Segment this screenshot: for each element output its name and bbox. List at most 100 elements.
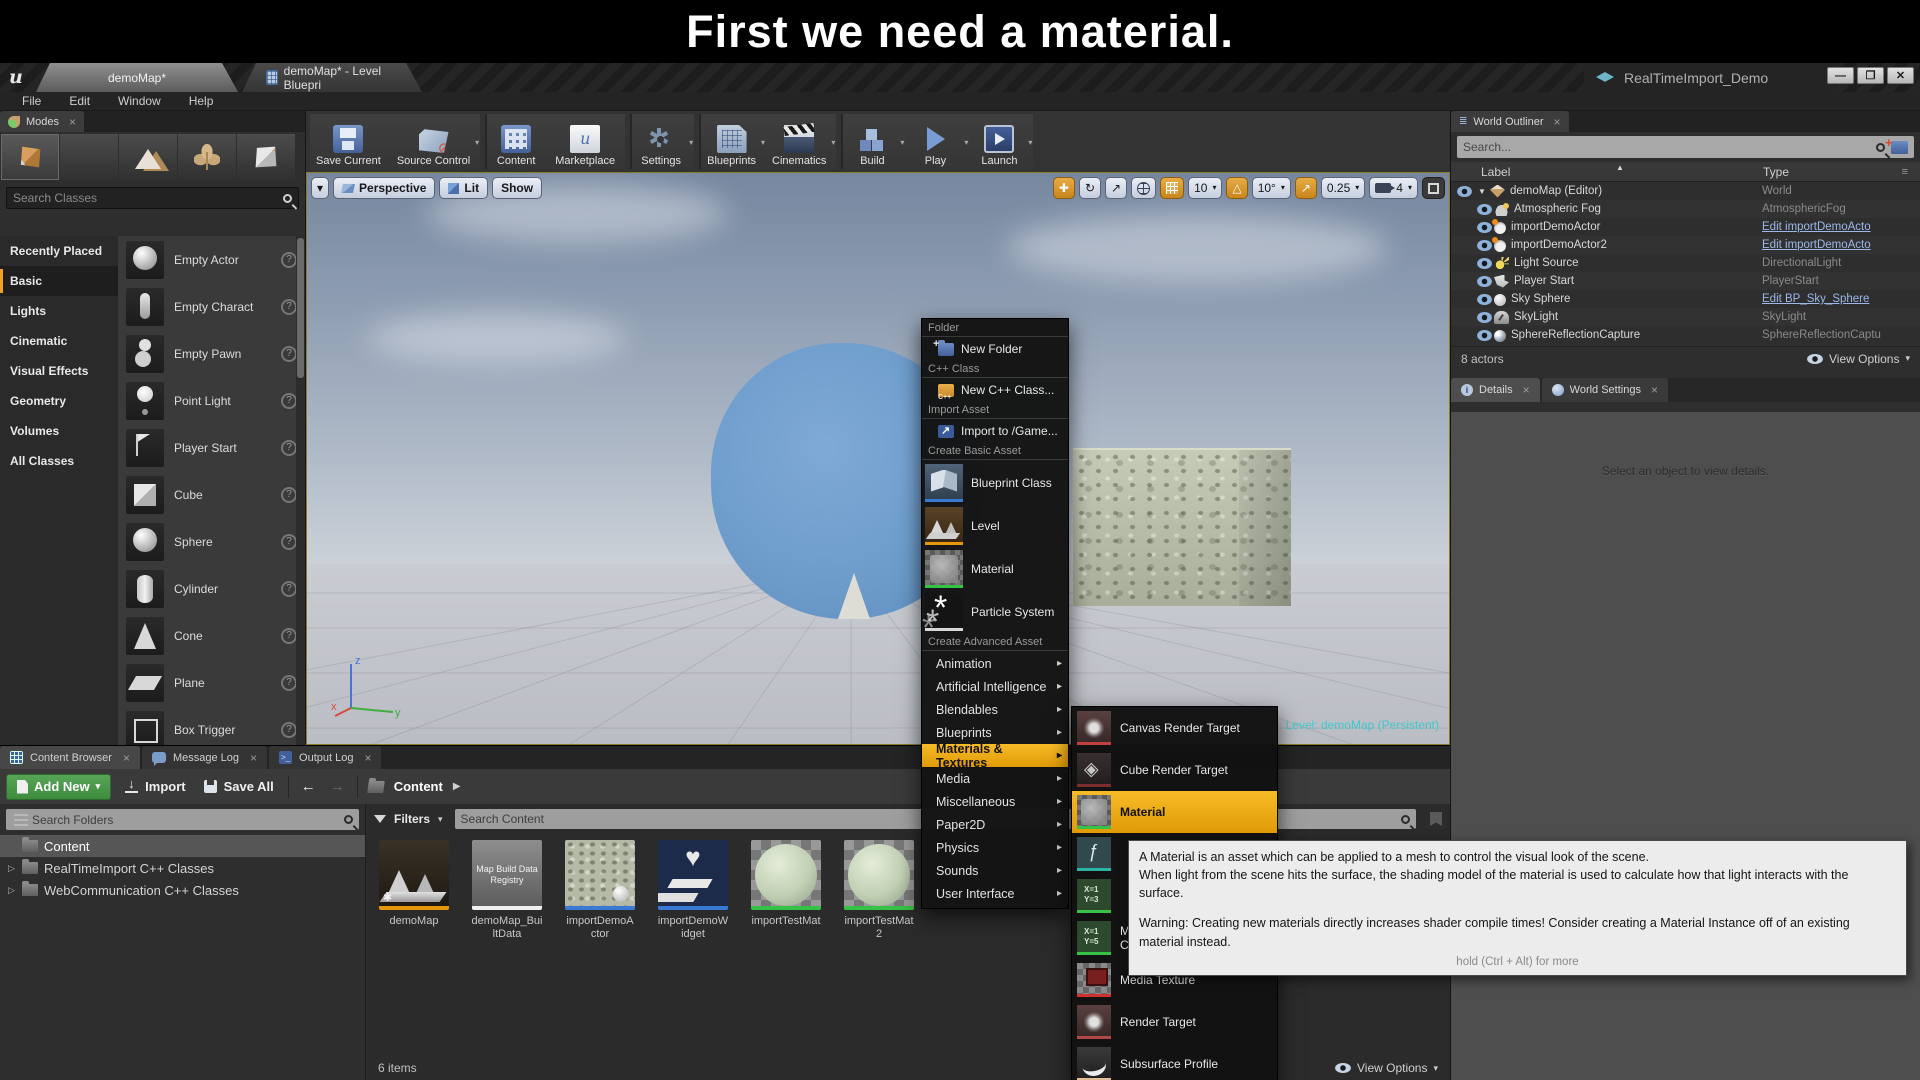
- toolbar-button[interactable]: Launch ▾: [969, 114, 1033, 169]
- visibility-eye-icon[interactable]: [1457, 186, 1472, 197]
- help-icon[interactable]: ?: [281, 722, 297, 738]
- visibility-eye-icon[interactable]: [1477, 258, 1492, 269]
- message-log-tab[interactable]: Message Log ×: [142, 746, 267, 769]
- placement-category[interactable]: Geometry: [0, 386, 118, 416]
- level-viewport[interactable]: ▾ Perspective Lit Show ✚ ↻ ↗ 10▾ △ 10°▾ …: [306, 172, 1450, 745]
- viewport-options-dropdown[interactable]: ▾: [311, 177, 329, 199]
- import-to-game-item[interactable]: Import to /Game...: [922, 420, 1068, 442]
- world-outliner-tab[interactable]: ≣ World Outliner ×: [1451, 111, 1569, 132]
- toolbar-button[interactable]: Content ▾: [485, 114, 549, 169]
- placeable-item[interactable]: Cone ?: [118, 612, 305, 659]
- menu-bar-item[interactable]: Edit: [57, 94, 102, 108]
- output-log-tab[interactable]: >_ Output Log ×: [269, 746, 381, 769]
- dropdown-arrow-icon[interactable]: ▾: [689, 138, 693, 147]
- show-button[interactable]: Show: [492, 177, 542, 199]
- rotate-tool-button[interactable]: ↻: [1079, 177, 1101, 199]
- new-folder-item[interactable]: New Folder: [922, 338, 1068, 360]
- basic-asset-item[interactable]: Particle System: [922, 590, 1068, 633]
- expand-arrow-icon[interactable]: ▷: [8, 885, 16, 896]
- mode-paint[interactable]: [60, 134, 118, 180]
- outliner-row[interactable]: ▼ demoMap (Editor) World: [1451, 182, 1920, 200]
- outliner-row[interactable]: ▼ importDemoActor Edit importDemoActo: [1451, 218, 1920, 236]
- rotation-snap-value[interactable]: 10°▾: [1252, 177, 1291, 199]
- asset-tile[interactable]: importTestMat: [746, 840, 826, 941]
- placeable-item[interactable]: Player Start ?: [118, 424, 305, 471]
- advanced-asset-category[interactable]: Media ▸: [922, 767, 1068, 790]
- placeable-item[interactable]: Plane ?: [118, 659, 305, 706]
- advanced-asset-category[interactable]: Artificial Intelligence ▸: [922, 675, 1068, 698]
- placeable-item[interactable]: Empty Pawn ?: [118, 330, 305, 377]
- dropdown-arrow-icon[interactable]: ▾: [475, 138, 479, 147]
- back-button[interactable]: ←: [299, 778, 318, 795]
- perspective-button[interactable]: Perspective: [333, 177, 435, 199]
- content-browser-tab[interactable]: Content Browser ×: [0, 746, 140, 769]
- placement-category[interactable]: Lights: [0, 296, 118, 326]
- outliner-row[interactable]: ▼ Player Start PlayerStart: [1451, 272, 1920, 290]
- help-icon[interactable]: ?: [281, 581, 297, 597]
- placeable-item[interactable]: Cube ?: [118, 471, 305, 518]
- advanced-asset-category[interactable]: Miscellaneous ▸: [922, 790, 1068, 813]
- placement-category[interactable]: Basic: [0, 266, 118, 296]
- mode-place[interactable]: [1, 134, 59, 180]
- scale-snap-value[interactable]: 0.25▾: [1321, 177, 1365, 199]
- tab-close-icon[interactable]: ×: [415, 71, 422, 85]
- concrete-cube-actor[interactable]: [1073, 448, 1291, 606]
- placement-category[interactable]: Visual Effects: [0, 356, 118, 386]
- help-icon[interactable]: ?: [281, 393, 297, 409]
- save-all-button[interactable]: Save All: [200, 779, 278, 794]
- window-control-button[interactable]: —: [1827, 67, 1854, 84]
- outliner-row[interactable]: ▼ SphereReflectionCapture SphereReflecti…: [1451, 326, 1920, 344]
- placement-category[interactable]: Cinematic: [0, 326, 118, 356]
- search-folders-input[interactable]: [32, 813, 344, 827]
- dropdown-arrow-icon[interactable]: ▾: [831, 138, 835, 147]
- modes-tab[interactable]: Modes ×: [0, 111, 84, 132]
- advanced-asset-category[interactable]: Materials & Textures ▸: [922, 744, 1068, 767]
- visibility-eye-icon[interactable]: [1477, 222, 1492, 233]
- placeable-item[interactable]: Sphere ?: [118, 518, 305, 565]
- advanced-asset-category[interactable]: Physics ▸: [922, 836, 1068, 859]
- rotation-snap-toggle[interactable]: △: [1226, 177, 1247, 199]
- grid-snap-value[interactable]: 10▾: [1188, 177, 1222, 199]
- world-local-toggle[interactable]: [1131, 177, 1156, 199]
- placeable-item[interactable]: Empty Charact ?: [118, 283, 305, 330]
- basic-asset-item[interactable]: Material: [922, 547, 1068, 590]
- help-icon[interactable]: ?: [281, 675, 297, 691]
- sources-toggle-icon[interactable]: [14, 814, 28, 826]
- window-control-button[interactable]: ✕: [1887, 67, 1914, 84]
- new-cpp-class-item[interactable]: New C++ Class...: [922, 379, 1068, 401]
- content-browser-tab-close-icon[interactable]: ×: [123, 751, 130, 765]
- details-tab[interactable]: i Details ×: [1451, 378, 1540, 402]
- visibility-eye-icon[interactable]: [1477, 240, 1492, 251]
- content-view-options[interactable]: View Options ▾: [1335, 1061, 1438, 1075]
- visibility-eye-icon[interactable]: [1477, 294, 1492, 305]
- breadcrumb-arrow-icon[interactable]: ▶: [453, 781, 461, 792]
- asset-tile[interactable]: Map Build Data Registry demoMap_BuiltDat…: [467, 840, 547, 941]
- folder-tree-row[interactable]: Content: [0, 835, 365, 857]
- modes-tab-close-icon[interactable]: ×: [69, 115, 76, 129]
- advanced-asset-category[interactable]: Blendables ▸: [922, 698, 1068, 721]
- outliner-row[interactable]: ▼ Atmospheric Fog AtmosphericFog: [1451, 200, 1920, 218]
- help-icon[interactable]: ?: [281, 440, 297, 456]
- submenu-item[interactable]: Material: [1072, 791, 1277, 833]
- mode-geometry[interactable]: [237, 134, 295, 180]
- cone-actor[interactable]: [838, 573, 870, 619]
- submenu-item[interactable]: Canvas Render Target: [1072, 707, 1277, 749]
- outliner-row[interactable]: ▼ Light Source DirectionalLight: [1451, 254, 1920, 272]
- placeable-item[interactable]: Empty Actor ?: [118, 236, 305, 283]
- help-icon[interactable]: ?: [281, 252, 297, 268]
- breadcrumb[interactable]: Content: [394, 779, 443, 794]
- basic-asset-item[interactable]: Blueprint Class: [922, 461, 1068, 504]
- add-new-button[interactable]: Add New ▾: [6, 774, 111, 800]
- toolbar-button[interactable]: Cinematics ▾: [766, 114, 836, 169]
- maximize-viewport-button[interactable]: [1422, 177, 1445, 199]
- dropdown-arrow-icon[interactable]: ▾: [900, 138, 904, 147]
- outliner-view-options[interactable]: View Options ▾: [1807, 352, 1910, 366]
- outliner-row[interactable]: ▼ Sky Sphere Edit BP_Sky_Sphere: [1451, 290, 1920, 308]
- camera-speed-button[interactable]: 4▾: [1369, 177, 1418, 199]
- type-column-header[interactable]: Type: [1763, 165, 1789, 179]
- grid-snap-toggle[interactable]: [1160, 177, 1184, 199]
- submenu-item[interactable]: Subsurface Profile: [1072, 1043, 1277, 1080]
- menu-bar-item[interactable]: Window: [106, 94, 173, 108]
- asset-tile[interactable]: importDemoActor: [560, 840, 640, 941]
- scale-snap-toggle[interactable]: ↗: [1295, 177, 1317, 199]
